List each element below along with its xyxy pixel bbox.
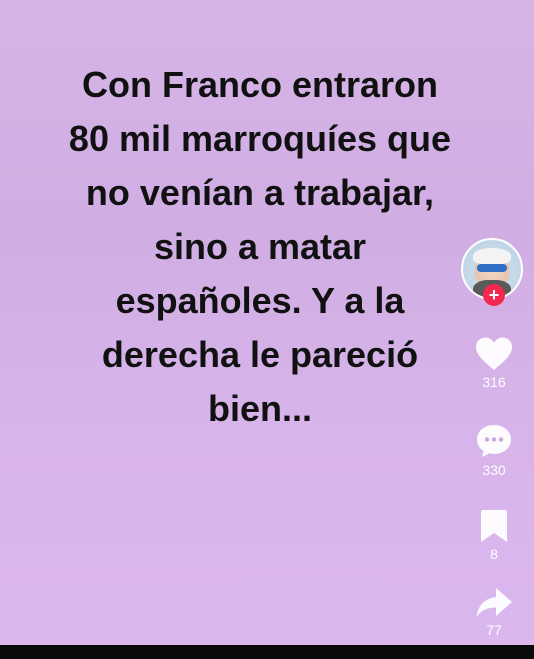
share-icon xyxy=(476,588,512,617)
comment-icon xyxy=(477,425,511,457)
save-button[interactable]: 8 xyxy=(470,508,518,562)
like-count: 316 xyxy=(482,374,506,390)
bottom-bar xyxy=(0,645,534,659)
bookmark-icon xyxy=(481,510,507,542)
share-button[interactable]: 77 xyxy=(470,586,518,638)
like-button[interactable]: 316 xyxy=(470,336,518,390)
comment-count: 330 xyxy=(482,462,506,478)
plus-icon: + xyxy=(488,285,500,305)
avatar-glasses xyxy=(477,264,507,272)
follow-button[interactable]: + xyxy=(483,284,505,306)
avatar-hat xyxy=(473,248,511,264)
share-count: 77 xyxy=(486,622,502,638)
comment-button[interactable]: 330 xyxy=(470,422,518,478)
creator-avatar-group[interactable]: + xyxy=(461,238,523,306)
heart-icon xyxy=(476,337,512,370)
post-caption-text: Con Franco entraron 80 mil marroquíes qu… xyxy=(68,64,452,429)
video-screen[interactable]: Con Franco entraron 80 mil marroquíes qu… xyxy=(0,0,534,659)
save-count: 8 xyxy=(490,546,498,562)
